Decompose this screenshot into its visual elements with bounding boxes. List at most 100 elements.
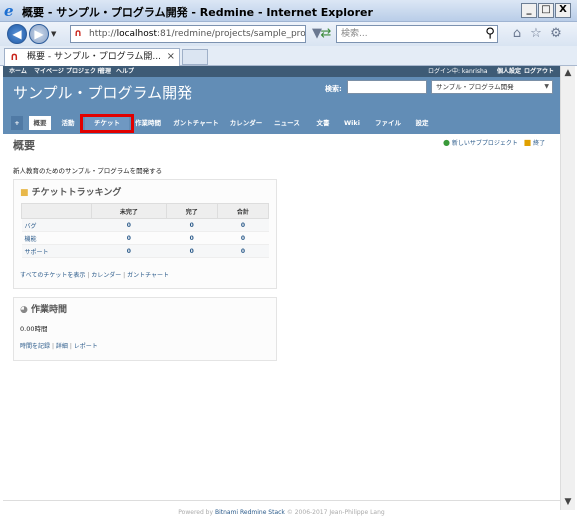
- footer-suffix: © 2006-2017 Jean-Philippe Lang: [284, 509, 385, 516]
- open-count-link[interactable]: 0: [91, 218, 167, 232]
- spent-time-links: 時間を記録 | 詳細 | レポート: [20, 343, 98, 350]
- close-project-link[interactable]: 終了: [533, 140, 545, 147]
- close-window-button[interactable]: X: [555, 3, 571, 18]
- total-count-link[interactable]: 0: [217, 244, 269, 258]
- log-time-link[interactable]: 時間を記録: [20, 343, 50, 350]
- table-row: 機能 0 0 0: [21, 231, 269, 245]
- ie-logo-icon: e: [4, 2, 14, 20]
- view-all-issues-link[interactable]: すべてのチケットを表示: [20, 272, 85, 279]
- tab-news[interactable]: ニュース: [271, 116, 303, 130]
- tab-gantt[interactable]: ガントチャート: [171, 116, 221, 130]
- tab-activity[interactable]: 活動: [59, 116, 77, 130]
- top-menu-home[interactable]: ホーム: [9, 66, 27, 77]
- maximize-button[interactable]: □: [538, 3, 554, 18]
- issue-tracking-box: ■ チケットトラッキング 未完了 完了 合計 バグ 0 0 0 機能 0 0 0: [13, 179, 277, 289]
- tab-files[interactable]: ファイル: [372, 116, 404, 130]
- issue-links: すべてのチケットを表示 | カレンダー | ガントチャート: [20, 272, 170, 279]
- tab-close-icon[interactable]: ×: [167, 49, 175, 65]
- tab-wiki[interactable]: Wiki: [340, 116, 364, 130]
- project-description: 新人教育のためのサンプル・プログラムを開発する: [13, 167, 163, 175]
- closed-count-link[interactable]: 0: [166, 244, 218, 258]
- site-favicon-icon: ∩: [74, 28, 83, 39]
- add-icon: ●: [443, 138, 450, 147]
- contextual-links: ● 新しいサブプロジェクト ■ 終了: [443, 138, 545, 147]
- top-menu-help[interactable]: ヘルプ: [116, 66, 134, 77]
- redmine-favicon-icon: ∩: [10, 50, 19, 63]
- url-prefix: http://: [89, 29, 117, 39]
- tracker-support-link[interactable]: サポート: [21, 244, 92, 258]
- tab-overview[interactable]: 概要: [29, 116, 51, 130]
- spent-time-value: 0.00時間: [20, 325, 48, 333]
- compatibility-view-icon[interactable]: ⇄: [318, 26, 334, 42]
- spent-time-heading: ◕ 作業時間: [20, 302, 67, 315]
- window-title: 概要 - サンプル・プログラム開発 - Redmine - Internet E…: [22, 6, 373, 19]
- main-content: 概要 ● 新しいサブプロジェクト ■ 終了 新人教育のためのサンプル・プログラム…: [3, 134, 560, 500]
- vertical-scrollbar[interactable]: ▲ ▼: [560, 66, 575, 510]
- closed-count-link[interactable]: 0: [166, 218, 218, 232]
- details-link[interactable]: 詳細: [56, 343, 68, 350]
- top-menu-my-account[interactable]: 個人設定: [497, 66, 521, 77]
- tab-label: 概要 - サンプル・プログラム開...: [27, 52, 162, 62]
- browser-tab[interactable]: ∩ 概要 - サンプル・プログラム開... ×: [4, 48, 180, 66]
- issue-tracking-heading: ■ チケットトラッキング: [20, 185, 121, 198]
- lock-icon: ■: [523, 138, 532, 147]
- url-host: localhost: [116, 29, 157, 39]
- top-menu-admin[interactable]: 管理: [99, 66, 111, 77]
- highlight-box: [80, 114, 134, 133]
- tab-settings[interactable]: 設定: [412, 116, 432, 130]
- issue-tracking-title: チケットトラッキング: [31, 188, 122, 198]
- page-title: 概要: [13, 139, 35, 152]
- table-row: サポート 0 0 0: [21, 244, 269, 258]
- tracker-bug-link[interactable]: バグ: [21, 218, 92, 232]
- page-footer: Powered by Bitnami Redmine Stack © 2006-…: [3, 500, 560, 526]
- chevron-down-icon: ▼: [544, 83, 549, 90]
- search-go-icon[interactable]: ⚲: [482, 26, 498, 42]
- tab-new-object[interactable]: +: [11, 116, 23, 130]
- favorites-star-icon[interactable]: ☆: [528, 26, 544, 42]
- tab-strip: ∩ 概要 - サンプル・プログラム開... ×: [0, 46, 577, 66]
- column-header-closed: 完了: [165, 203, 218, 219]
- tab-calendar[interactable]: カレンダー: [227, 116, 265, 130]
- closed-count-link[interactable]: 0: [166, 231, 218, 245]
- issue-tracking-table: 未完了 完了 合計 バグ 0 0 0 機能 0 0 0 サポート 0 0 0: [21, 203, 270, 258]
- column-header-open: 未完了: [91, 203, 167, 219]
- column-header: [21, 203, 92, 219]
- forward-button[interactable]: ▶: [29, 24, 49, 44]
- window-titlebar: e 概要 - サンプル・プログラム開発 - Redmine - Internet…: [0, 0, 577, 22]
- new-tab-button[interactable]: [182, 49, 208, 65]
- spent-time-title: 作業時間: [31, 305, 68, 315]
- top-menu-projects[interactable]: プロジェクト: [66, 66, 102, 77]
- open-count-link[interactable]: 0: [91, 231, 167, 245]
- url-rest: :81/redmine/projects/sample_pro: [156, 29, 306, 39]
- browser-search-input[interactable]: 検索...: [336, 25, 498, 43]
- open-count-link[interactable]: 0: [91, 244, 167, 258]
- search-label: 検索:: [325, 85, 342, 93]
- calendar-link[interactable]: カレンダー: [91, 272, 121, 279]
- report-link[interactable]: レポート: [74, 343, 98, 350]
- column-header-total: 合計: [216, 203, 270, 219]
- project-jump-select[interactable]: サンプル・プログラム開発 ▼: [431, 80, 553, 94]
- address-toolbar: ◀ ▶ ▼ ∩ http://localhost:81/redmine/proj…: [0, 22, 577, 46]
- scroll-up-icon[interactable]: ▲: [561, 66, 575, 81]
- tab-documents[interactable]: 文書: [313, 116, 333, 130]
- home-icon[interactable]: ⌂: [509, 26, 525, 42]
- spent-time-box: ◕ 作業時間 0.00時間 時間を記録 | 詳細 | レポート: [13, 297, 277, 361]
- total-count-link[interactable]: 0: [217, 231, 269, 245]
- project-title: サンプル・プログラム開発: [13, 84, 193, 102]
- top-menu: ホーム マイページ プロジェクト 管理 ヘルプ ログイン中: kanrisha …: [3, 66, 560, 77]
- total-count-link[interactable]: 0: [217, 218, 269, 232]
- scroll-down-icon[interactable]: ▼: [561, 495, 575, 510]
- gantt-link[interactable]: ガントチャート: [127, 272, 169, 279]
- history-dropdown-icon[interactable]: ▼: [51, 30, 56, 38]
- top-menu-mypage[interactable]: マイページ: [34, 66, 64, 77]
- tools-gear-icon[interactable]: ⚙: [548, 26, 564, 42]
- new-subproject-link[interactable]: 新しいサブプロジェクト: [452, 140, 518, 147]
- bitnami-link[interactable]: Bitnami Redmine Stack: [215, 509, 285, 516]
- quick-search-input[interactable]: [347, 80, 427, 94]
- back-button[interactable]: ◀: [7, 24, 27, 44]
- tracker-feature-link[interactable]: 機能: [21, 231, 92, 245]
- tab-spent-time[interactable]: 作業時間: [131, 116, 165, 130]
- minimize-button[interactable]: _: [521, 3, 537, 18]
- address-input[interactable]: ∩ http://localhost:81/redmine/projects/s…: [70, 25, 306, 43]
- top-menu-logout[interactable]: ログアウト: [524, 66, 554, 77]
